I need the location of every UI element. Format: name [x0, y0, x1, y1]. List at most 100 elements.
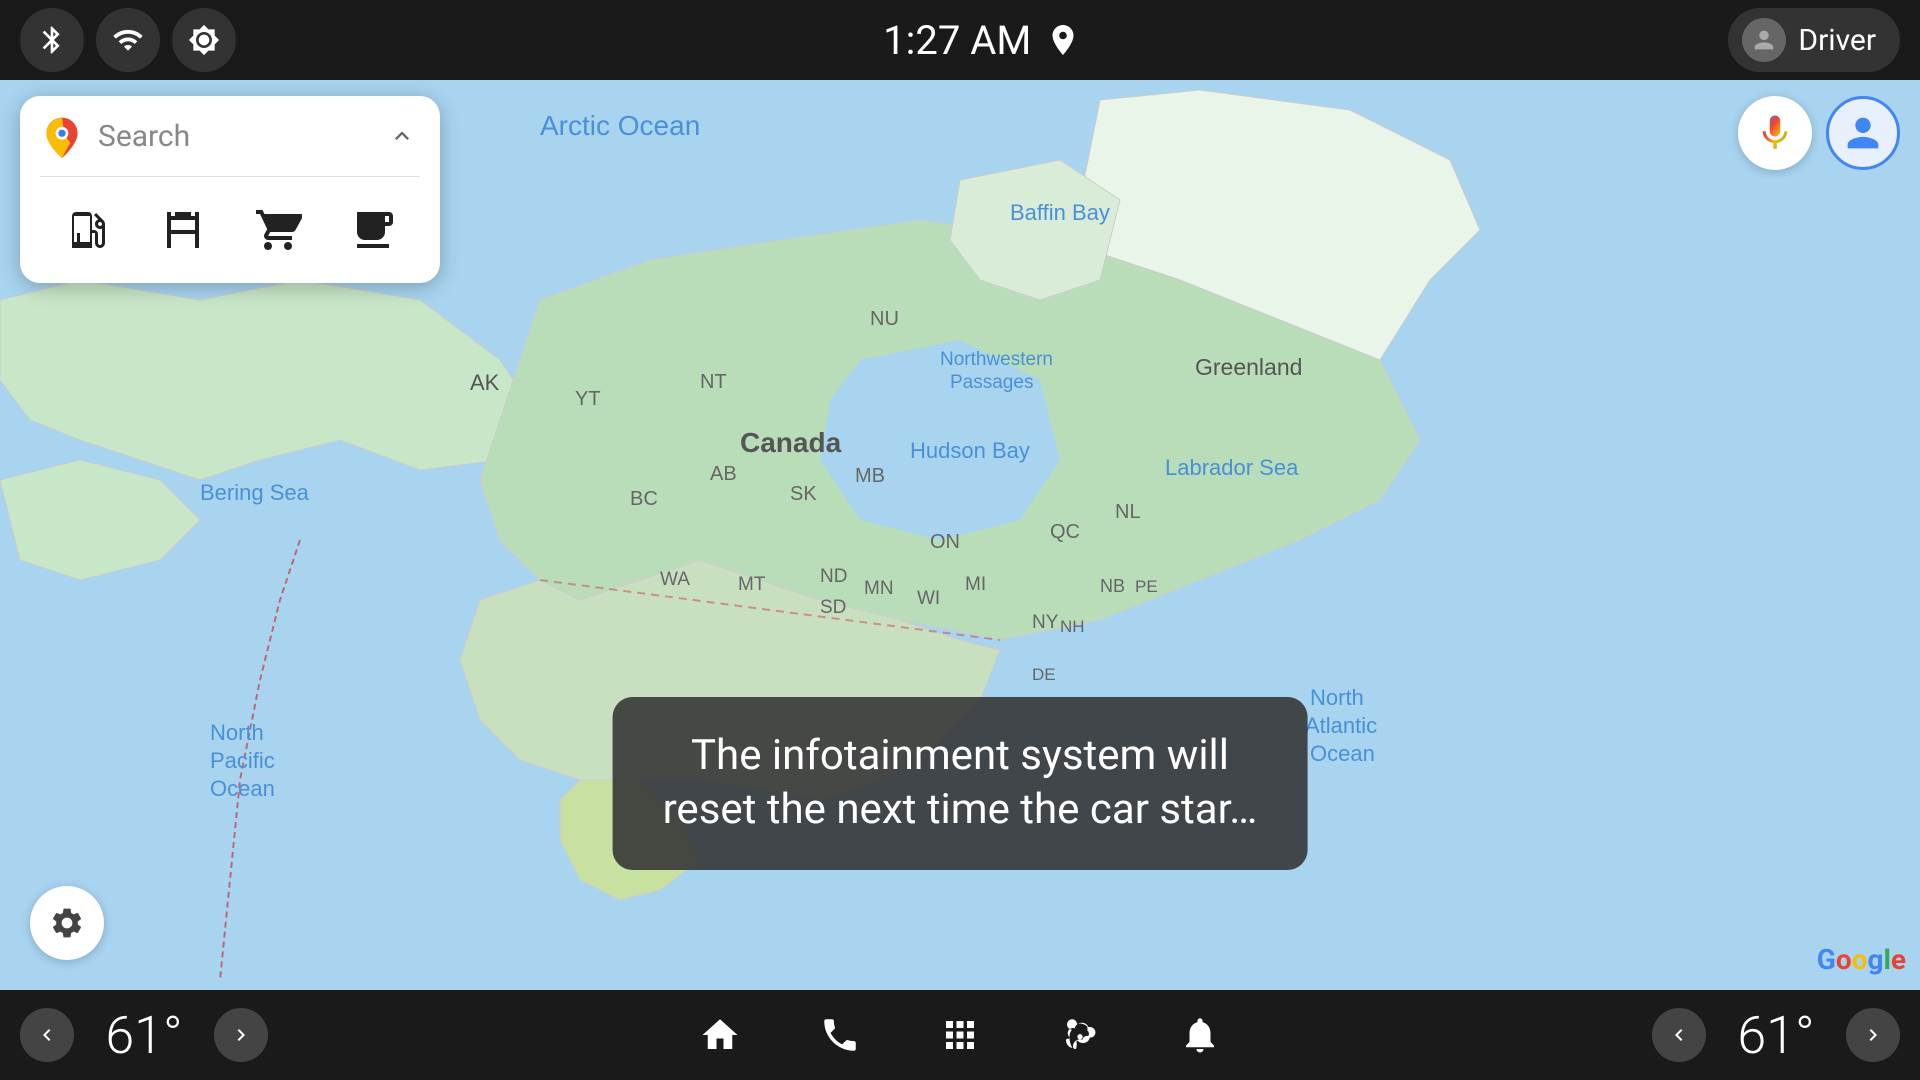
svg-text:AB: AB — [710, 463, 737, 485]
svg-text:ND: ND — [820, 566, 847, 587]
toast-line1: The infotainment system will — [691, 731, 1229, 780]
grocery-shortcut[interactable] — [238, 195, 318, 265]
temp-left-down-button[interactable] — [20, 1008, 74, 1062]
svg-text:Greenland: Greenland — [1195, 354, 1302, 380]
svg-text:BC: BC — [630, 488, 658, 510]
map-background: AK YT NT NU BC AB SK MB ON QC NL NB PE W… — [0, 80, 1920, 990]
person-icon — [1750, 26, 1778, 54]
svg-text:MT: MT — [738, 574, 766, 595]
svg-text:NL: NL — [1115, 501, 1141, 523]
top-center-time: 1:27 AM — [883, 17, 1081, 64]
svg-text:Labrador Sea: Labrador Sea — [1165, 455, 1299, 480]
svg-text:North: North — [1310, 685, 1364, 710]
svg-text:WI: WI — [917, 588, 940, 609]
temp-right-up-button[interactable] — [1846, 1008, 1900, 1062]
svg-text:ON: ON — [930, 531, 960, 553]
home-button[interactable] — [690, 1005, 750, 1065]
svg-text:NH: NH — [1060, 617, 1085, 636]
apps-button[interactable] — [930, 1005, 990, 1065]
shopping-cart-icon — [254, 206, 302, 254]
bottom-center-nav — [690, 1005, 1230, 1065]
brightness-button[interactable] — [172, 8, 236, 72]
svg-text:MN: MN — [864, 578, 894, 599]
bottom-bar: 61° — [0, 990, 1920, 1080]
svg-text:Bering Sea: Bering Sea — [200, 480, 310, 505]
svg-text:Hudson Bay: Hudson Bay — [910, 438, 1030, 463]
arrow-left-icon-right — [1667, 1023, 1691, 1047]
gas-station-icon — [64, 206, 112, 254]
svg-text:MB: MB — [855, 465, 885, 487]
chevron-up-icon — [388, 122, 416, 150]
svg-text:Canada: Canada — [740, 427, 842, 458]
svg-text:WA: WA — [660, 569, 690, 590]
profile-button[interactable] — [1826, 96, 1900, 170]
collapse-button[interactable] — [384, 118, 420, 154]
bottom-right-temp: 61° — [1652, 1005, 1900, 1066]
svg-text:MI: MI — [965, 574, 986, 595]
svg-text:Baffin Bay: Baffin Bay — [1010, 200, 1110, 225]
driver-avatar — [1742, 18, 1786, 62]
fan-icon — [1059, 1014, 1101, 1056]
google-maps-logo — [40, 114, 84, 158]
settings-gear-icon — [49, 905, 85, 941]
location-pin-icon — [1045, 22, 1081, 58]
svg-text:DE: DE — [1032, 665, 1056, 684]
microphone-icon — [1754, 112, 1796, 154]
phone-icon — [819, 1014, 861, 1056]
svg-text:Atlantic: Atlantic — [1305, 713, 1377, 738]
svg-text:NU: NU — [870, 308, 899, 330]
wifi-icon — [112, 24, 144, 56]
phone-button[interactable] — [810, 1005, 870, 1065]
top-right-driver: Driver — [1728, 8, 1900, 72]
map-area[interactable]: AK YT NT NU BC AB SK MB ON QC NL NB PE W… — [0, 80, 1920, 990]
fan-button[interactable] — [1050, 1005, 1110, 1065]
svg-text:SK: SK — [790, 483, 817, 505]
settings-button[interactable] — [30, 886, 104, 960]
arrow-right-icon-right — [1861, 1023, 1885, 1047]
svg-text:PE: PE — [1135, 577, 1158, 596]
driver-button[interactable]: Driver — [1728, 8, 1900, 72]
bell-icon — [1179, 1014, 1221, 1056]
toast-line2: reset the next time the car star… — [663, 785, 1258, 834]
bottom-left-temp: 61° — [20, 1005, 268, 1066]
temp-right-display: 61° — [1716, 1005, 1836, 1066]
notification-button[interactable] — [1170, 1005, 1230, 1065]
temp-left-up-button[interactable] — [214, 1008, 268, 1062]
microphone-button[interactable] — [1738, 96, 1812, 170]
svg-text:AK: AK — [470, 370, 500, 395]
toast-notification: The infotainment system will reset the n… — [613, 697, 1308, 870]
svg-text:Northwestern: Northwestern — [940, 349, 1053, 370]
bluetooth-button[interactable] — [20, 8, 84, 72]
cafe-shortcut[interactable] — [333, 195, 413, 265]
temp-left-display: 61° — [84, 1005, 204, 1066]
top-left-controls — [20, 8, 236, 72]
svg-text:North: North — [210, 720, 264, 745]
gas-station-shortcut[interactable] — [48, 195, 128, 265]
svg-text:SD: SD — [820, 597, 846, 618]
arrow-right-icon — [229, 1023, 253, 1047]
brightness-icon — [188, 24, 220, 56]
search-shortcuts — [20, 177, 440, 283]
cafe-icon — [349, 206, 397, 254]
search-bar[interactable]: Search — [20, 96, 440, 176]
restaurant-shortcut[interactable] — [143, 195, 223, 265]
svg-text:NT: NT — [700, 371, 727, 393]
svg-text:Arctic Ocean: Arctic Ocean — [540, 110, 700, 141]
svg-text:Ocean: Ocean — [210, 776, 275, 801]
svg-text:Ocean: Ocean — [1310, 741, 1375, 766]
top-bar: 1:27 AM Driver — [0, 0, 1920, 80]
temp-right-down-button[interactable] — [1652, 1008, 1706, 1062]
wifi-button[interactable] — [96, 8, 160, 72]
toast-text: The infotainment system will reset the n… — [663, 729, 1258, 838]
profile-icon — [1840, 110, 1886, 156]
map-top-right-controls — [1738, 96, 1900, 170]
svg-text:YT: YT — [575, 388, 601, 410]
time-display: 1:27 AM — [883, 17, 1031, 64]
apps-grid-icon — [939, 1014, 981, 1056]
svg-text:NB: NB — [1100, 576, 1125, 596]
svg-text:QC: QC — [1050, 521, 1080, 543]
driver-name-label: Driver — [1798, 23, 1876, 58]
restaurant-icon — [159, 206, 207, 254]
home-icon — [699, 1014, 741, 1056]
arrow-left-icon — [35, 1023, 59, 1047]
